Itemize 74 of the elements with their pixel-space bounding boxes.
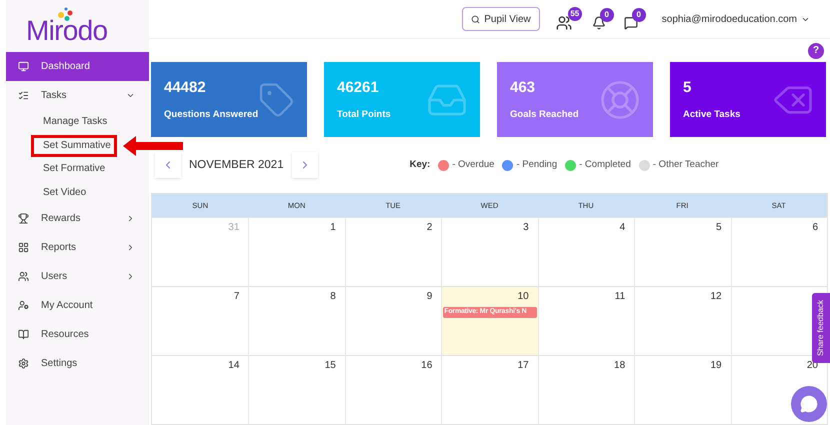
submenu-item[interactable]: Set Video — [37, 182, 92, 202]
messages-button[interactable]: 0 — [624, 8, 646, 30]
search-icon — [471, 14, 480, 24]
day-number: 8 — [330, 290, 337, 304]
sidebar-item[interactable]: Resources — [6, 320, 149, 349]
pupil-view-button[interactable]: Pupil View — [462, 7, 540, 32]
monitor-icon — [18, 61, 29, 72]
chat-button[interactable] — [791, 386, 827, 422]
stat-value: 44482 — [164, 78, 207, 98]
stat-value: 46261 — [337, 78, 380, 98]
day-number: 4 — [620, 221, 626, 236]
day-number: 7 — [234, 290, 240, 304]
day-number: 3 — [523, 221, 530, 236]
key-text: - Overdue — [452, 158, 494, 172]
submenu-item[interactable]: Set Summative — [37, 136, 117, 155]
stat-label: Questions Answered — [164, 108, 258, 122]
lifebuoy-icon — [599, 78, 641, 121]
count-badge: 55 — [568, 7, 582, 22]
count-badge: 0 — [600, 8, 614, 22]
day-number: 2 — [426, 221, 434, 236]
key-text: - Completed — [579, 158, 631, 172]
day-number: 1 — [330, 221, 337, 236]
day-number: 12 — [710, 290, 723, 304]
day-number: 9 — [426, 290, 434, 304]
day-number: 14 — [228, 359, 240, 374]
help-button[interactable]: ? — [808, 42, 824, 59]
day-number: 16 — [421, 359, 434, 374]
pupils-button[interactable]: 55 — [556, 7, 582, 32]
previous-month-button[interactable] — [155, 152, 181, 178]
month-title: NOVEMBER 2021 — [189, 158, 284, 173]
day-number: 15 — [324, 359, 337, 374]
sidebar-item[interactable]: Users — [6, 262, 149, 291]
user-menu[interactable]: sophia@mirodoeducation.com — [662, 12, 810, 27]
stat-label: Total Points — [337, 108, 391, 122]
trophy-icon — [18, 213, 29, 224]
day-number: 5 — [716, 221, 723, 236]
day-number: 11 — [614, 290, 626, 304]
next-month-button[interactable] — [292, 152, 318, 178]
stat-value: 5 — [683, 78, 692, 98]
chat-bubble-icon — [800, 395, 818, 413]
notifications-button[interactable]: 0 — [592, 8, 614, 30]
day-number: 19 — [710, 359, 723, 374]
day-number: 17 — [518, 359, 530, 374]
day-number: 10 — [518, 290, 530, 304]
users-icon — [18, 271, 29, 282]
checklist-icon — [18, 90, 29, 101]
sidebar-item[interactable]: Settings — [6, 349, 149, 378]
stat-value: 463 — [510, 78, 536, 98]
sidebar-item[interactable]: Rewards — [6, 204, 149, 233]
day-number: 6 — [812, 221, 819, 236]
book-icon — [18, 329, 29, 340]
grid-icon — [18, 242, 29, 253]
key-text: - Pending — [516, 158, 558, 172]
key-label: Key: — [410, 158, 430, 172]
stat-label: Goals Reached — [510, 108, 579, 122]
key-text: - Other Teacher — [652, 158, 719, 172]
sidebar-item[interactable]: My Account — [6, 291, 149, 320]
sidebar-item[interactable]: Dashboard — [6, 52, 149, 81]
count-badge: 0 — [632, 8, 646, 22]
feedback-tab[interactable]: Share feedback — [812, 293, 830, 363]
bell-icon — [592, 16, 606, 30]
logo[interactable]: Mirodo — [26, 7, 110, 45]
user-gear-icon — [18, 300, 29, 311]
sidebar-item[interactable]: Reports — [6, 233, 149, 262]
users-icon — [556, 15, 572, 32]
submenu-item[interactable]: Set Formative — [37, 159, 112, 178]
day-number: 18 — [614, 359, 626, 374]
arrow-icon — [123, 136, 183, 156]
day-number: 31 — [228, 221, 240, 236]
stat-label: Active Tasks — [683, 108, 740, 122]
submenu-item[interactable]: Manage Tasks — [37, 112, 114, 132]
chat-icon — [624, 16, 638, 30]
sidebar-item[interactable]: Tasks — [6, 81, 149, 110]
settings-icon — [18, 358, 29, 369]
